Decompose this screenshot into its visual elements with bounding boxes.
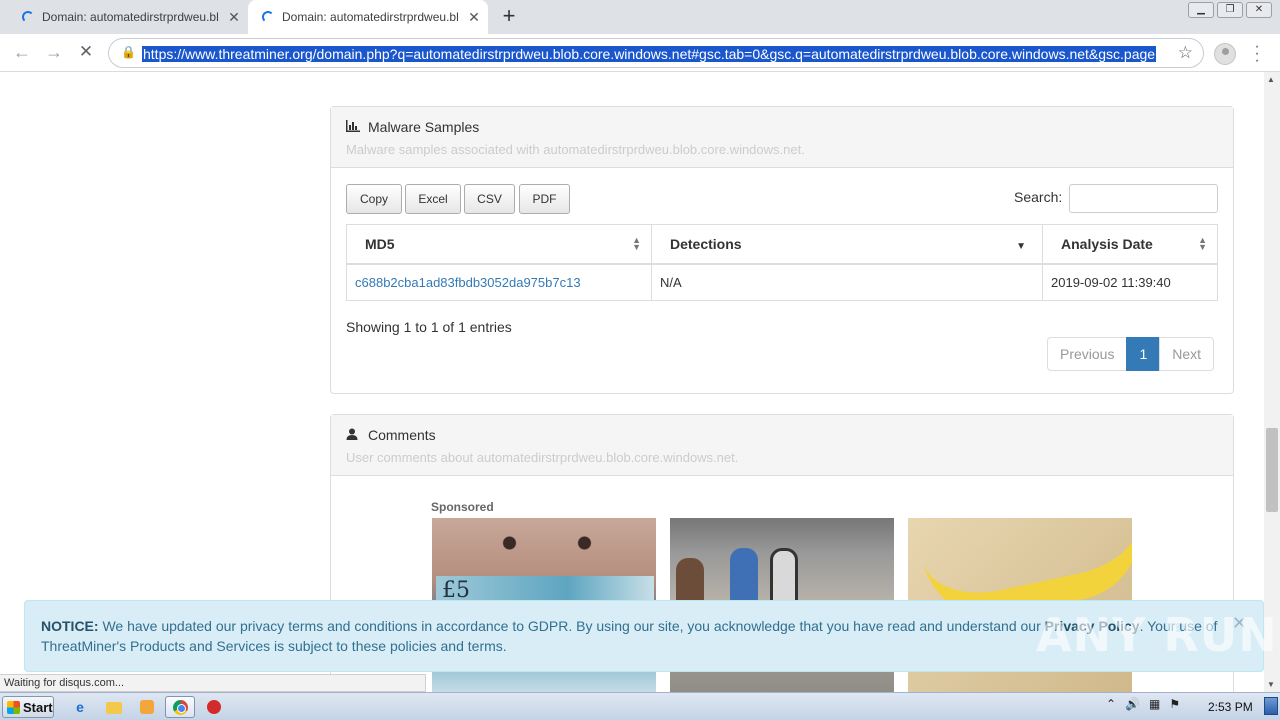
start-button[interactable]: Start [2, 696, 54, 718]
browser-status-bar: Waiting for disqus.com... [0, 674, 426, 692]
media-player-icon[interactable] [137, 697, 157, 717]
panel-title-text: Malware Samples [368, 119, 480, 135]
md5-cell: c688b2cba1ad83fbdb3052da975b7c13 [346, 263, 652, 301]
volume-icon[interactable]: 🔊 [1125, 697, 1140, 711]
pagination-previous[interactable]: Previous [1047, 337, 1128, 371]
notice-text: We have updated our privacy terms and co… [98, 618, 1045, 634]
panel-heading: Comments User comments about automatedir… [331, 415, 1233, 476]
panel-title: Malware Samples [346, 119, 1218, 135]
stop-loading-icon[interactable]: ✕ [74, 41, 98, 65]
panel-subtitle: Malware samples associated with automate… [346, 142, 805, 157]
restore-icon[interactable]: ❐ [1217, 2, 1243, 18]
tab-strip: Domain: automatedirstrprdweu.blob ✕ Doma… [0, 0, 1280, 34]
tab-title: Domain: automatedirstrprdweu.blob [282, 10, 458, 24]
bookmark-star-icon[interactable]: ☆ [1178, 43, 1193, 63]
panel-title: Comments [346, 427, 1218, 443]
browser-tab-1[interactable]: Domain: automatedirstrprdweu.blob ✕ [16, 0, 248, 34]
browser-toolbar: ← → ✕ 🔒 https://www.threatminer.org/doma… [0, 34, 1280, 72]
panel-title-text: Comments [368, 427, 436, 443]
chrome-taskbar-icon[interactable] [165, 696, 195, 718]
internet-explorer-icon[interactable]: e [70, 697, 90, 717]
sort-desc-icon: ▼ [1016, 241, 1026, 252]
copy-button[interactable]: Copy [346, 184, 402, 214]
lock-icon: 🔒 [121, 45, 136, 59]
search-label: Search: [1014, 189, 1063, 205]
close-window-icon[interactable]: ✕ [1246, 2, 1272, 18]
md5-link[interactable]: c688b2cba1ad83fbdb3052da975b7c13 [355, 275, 581, 290]
pagination-page-1[interactable]: 1 [1126, 337, 1161, 371]
action-center-flag-icon[interactable]: ⚑ [1169, 697, 1180, 711]
detections-cell: N/A [651, 263, 1043, 301]
csv-button[interactable]: CSV [464, 184, 515, 214]
malware-table: MD5 ▲ ▼ Detections ▼ Analysis Date ▲ ▼ c68… [346, 224, 1218, 301]
show-desktop-icon[interactable] [1264, 697, 1278, 715]
url-text-selected[interactable]: https://www.threatminer.org/domain.php?q… [142, 46, 1157, 62]
search-input[interactable] [1069, 184, 1218, 213]
window-controls: ▁ ❐ ✕ [1185, 2, 1272, 18]
anyrun-watermark: ANY RUN [1036, 608, 1278, 662]
address-bar[interactable]: 🔒 https://www.threatminer.org/domain.php… [108, 38, 1204, 68]
scroll-down-arrow-icon[interactable]: ▼ [1267, 680, 1275, 689]
column-header-detections[interactable]: Detections ▼ [651, 224, 1043, 265]
windows-logo-icon [7, 700, 20, 714]
panel-heading: Malware Samples Malware samples associat… [331, 107, 1233, 168]
pagination: Previous 1 Next [1047, 337, 1215, 371]
user-icon [346, 427, 362, 443]
pdf-button[interactable]: PDF [519, 184, 570, 214]
table-info: Showing 1 to 1 of 1 entries [346, 319, 512, 335]
column-header-md5[interactable]: MD5 ▲ ▼ [346, 224, 652, 265]
table-row: c688b2cba1ad83fbdb3052da975b7c13 N/A 201… [346, 263, 1218, 301]
taskbar-clock[interactable]: 2:53 PM [1208, 700, 1253, 714]
scrollbar-thumb[interactable] [1266, 428, 1278, 512]
back-arrow-icon[interactable]: ← [10, 41, 34, 65]
system-tray: ⌃ 🔊 ▦ ⚑ [1106, 697, 1189, 711]
loading-spinner-icon [262, 11, 274, 23]
column-header-analysis-date[interactable]: Analysis Date ▲ ▼ [1042, 224, 1218, 265]
sort-both-icon: ▲ ▼ [1198, 235, 1207, 252]
excel-button[interactable]: Excel [405, 184, 461, 214]
pagination-next[interactable]: Next [1159, 337, 1215, 371]
tray-expand-icon[interactable]: ⌃ [1106, 697, 1116, 711]
browser-tab-2-active[interactable]: Domain: automatedirstrprdweu.blob ✕ [248, 0, 488, 34]
close-tab-icon[interactable]: ✕ [226, 9, 242, 26]
network-icon[interactable]: ▦ [1149, 697, 1160, 711]
new-tab-plus-icon[interactable]: + [498, 5, 520, 29]
notice-label: NOTICE: [41, 618, 99, 634]
windows-taskbar: Start e ⌃ 🔊 ▦ ⚑ 2:53 PM [0, 692, 1280, 720]
file-explorer-icon[interactable] [104, 697, 124, 717]
bar-chart-icon [346, 119, 362, 135]
analysis-date-cell: 2019-09-02 11:39:40 [1042, 263, 1218, 301]
malware-samples-panel: Malware Samples Malware samples associat… [330, 106, 1234, 394]
profile-avatar-icon[interactable] [1214, 43, 1236, 65]
tab-title: Domain: automatedirstrprdweu.blob [42, 10, 218, 24]
sort-both-icon: ▲ ▼ [632, 235, 641, 252]
vertical-scrollbar[interactable]: ▲ ▼ [1264, 72, 1280, 692]
sponsored-label: Sponsored [431, 500, 494, 514]
page-viewport: Malware Samples Malware samples associat… [0, 72, 1264, 692]
loading-spinner-icon [22, 11, 34, 23]
forward-arrow-icon[interactable]: → [42, 41, 66, 65]
close-tab-icon[interactable]: ✕ [466, 9, 482, 26]
stop-sign-icon[interactable] [204, 697, 224, 717]
minimize-icon[interactable]: ▁ [1188, 2, 1214, 18]
panel-subtitle: User comments about automatedirstrprdweu… [346, 450, 739, 465]
scroll-up-arrow-icon[interactable]: ▲ [1267, 75, 1275, 84]
kebab-menu-icon[interactable]: · · · [1252, 39, 1262, 69]
